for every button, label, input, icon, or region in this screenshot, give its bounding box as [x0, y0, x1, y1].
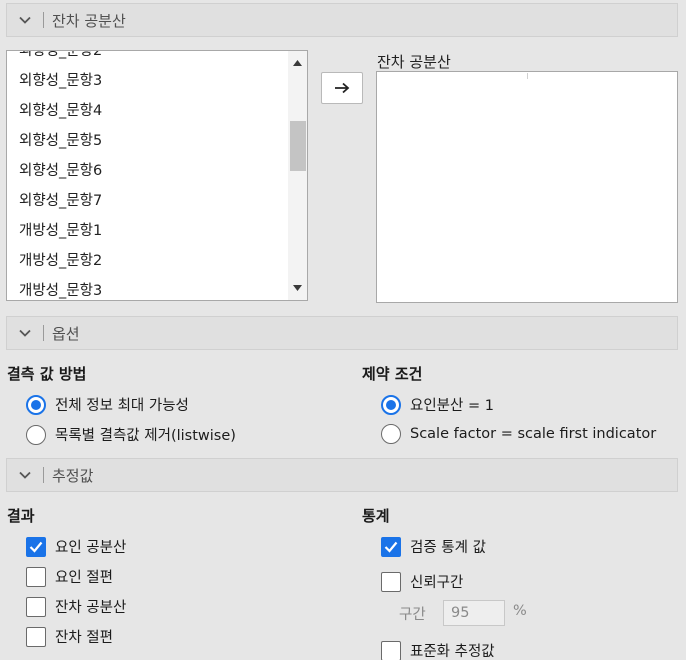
- constraints-title: 제약 조건: [362, 365, 423, 383]
- missing-values-title: 결측 값 방법: [7, 365, 87, 383]
- header-divider: [43, 12, 44, 28]
- checkbox-label: 검증 통계 값: [410, 540, 486, 556]
- checkbox-label: 표준화 추정값: [410, 644, 495, 660]
- interval-unit: %: [513, 603, 527, 619]
- variable-list[interactable]: 외향성_문항2 외향성_문항3 외향성_문항4 외향성_문항5 외향성_문항6 …: [6, 50, 308, 301]
- confidence-interval-checkbox[interactable]: 신뢰구간: [381, 571, 463, 592]
- test-statistics-checkbox[interactable]: 검증 통계 값: [381, 536, 486, 557]
- missing-listwise-option[interactable]: 목록별 결측값 제거(listwise): [26, 424, 236, 445]
- constraint-factor-variance-option[interactable]: 요인분산 = 1: [381, 394, 494, 415]
- checkbox-label: 신뢰구간: [410, 575, 464, 591]
- list-item[interactable]: 외향성_문항7: [7, 186, 289, 216]
- section-title: 옵션: [52, 324, 80, 343]
- checkbox-label: 잔차 공분산: [55, 600, 127, 616]
- checkbox-label: 잔차 절편: [55, 630, 113, 646]
- section-header-estimates[interactable]: 추정값: [6, 458, 678, 492]
- option-label: Scale factor = scale first indicator: [410, 426, 657, 442]
- radio-unselected[interactable]: [381, 424, 401, 444]
- standardized-estimates-checkbox[interactable]: 표준화 추정값: [381, 640, 495, 660]
- check-icon[interactable]: [26, 536, 46, 557]
- list-item[interactable]: 외향성_문항5: [7, 126, 289, 156]
- scroll-up-arrow-icon[interactable]: [288, 54, 307, 72]
- checkbox-unchecked[interactable]: [26, 596, 46, 617]
- radio-unselected[interactable]: [26, 424, 46, 445]
- chevron-down-icon[interactable]: [7, 471, 43, 479]
- checkbox-unchecked[interactable]: [381, 640, 401, 660]
- arrow-right-icon: [335, 82, 350, 94]
- residual-covariance-target-box[interactable]: [376, 71, 678, 303]
- section-header-options[interactable]: 옵션: [6, 316, 678, 350]
- radio-selected[interactable]: [26, 394, 46, 415]
- check-icon[interactable]: [381, 536, 401, 557]
- interval-label: 구간: [399, 607, 426, 623]
- chevron-down-icon[interactable]: [7, 329, 43, 337]
- factor-covariance-checkbox[interactable]: 요인 공분산: [26, 536, 126, 557]
- checkbox-label: 요인 절편: [55, 570, 113, 586]
- section-header-residual-covariance[interactable]: 잔차 공분산: [6, 3, 678, 37]
- list-item[interactable]: 개방성_문항3: [7, 276, 289, 300]
- list-item[interactable]: 외향성_문항4: [7, 96, 289, 126]
- option-label: 목록별 결측값 제거(listwise): [55, 428, 236, 444]
- radio-selected[interactable]: [381, 394, 401, 415]
- statistics-title: 통계: [362, 507, 390, 525]
- factor-intercept-checkbox[interactable]: 요인 절편: [26, 566, 113, 587]
- section-title: 추정값: [52, 466, 94, 485]
- checkbox-label: 요인 공분산: [55, 540, 127, 556]
- checkbox-unchecked[interactable]: [26, 566, 46, 587]
- header-divider: [43, 467, 44, 483]
- checkbox-unchecked[interactable]: [381, 571, 401, 592]
- list-item[interactable]: 외향성_문항3: [7, 66, 289, 96]
- vertical-scrollbar[interactable]: [288, 51, 307, 300]
- list-item[interactable]: 외향성_문항2: [7, 51, 289, 66]
- section-title: 잔차 공분산: [52, 11, 126, 30]
- option-label: 요인분산 = 1: [410, 398, 494, 414]
- residual-covariance-checkbox[interactable]: 잔차 공분산: [26, 596, 126, 617]
- residual-intercept-checkbox[interactable]: 잔차 절편: [26, 626, 113, 647]
- constraint-scale-factor-option[interactable]: Scale factor = scale first indicator: [381, 424, 656, 444]
- scrollbar-thumb[interactable]: [290, 121, 306, 171]
- chevron-down-icon[interactable]: [7, 16, 43, 24]
- list-item[interactable]: 외향성_문항6: [7, 156, 289, 186]
- missing-fiml-option[interactable]: 전체 정보 최대 가능성: [26, 394, 189, 415]
- target-box-label: 잔차 공분산: [377, 53, 451, 71]
- move-to-target-button[interactable]: [321, 72, 363, 104]
- scroll-down-arrow-icon[interactable]: [288, 279, 307, 297]
- interval-input[interactable]: 95: [443, 600, 505, 626]
- checkbox-unchecked[interactable]: [26, 626, 46, 647]
- list-item[interactable]: 개방성_문항1: [7, 216, 289, 246]
- option-label: 전체 정보 최대 가능성: [55, 398, 189, 414]
- results-title: 결과: [7, 507, 35, 525]
- drop-indicator: [527, 73, 528, 79]
- list-item[interactable]: 개방성_문항2: [7, 246, 289, 276]
- header-divider: [43, 325, 44, 341]
